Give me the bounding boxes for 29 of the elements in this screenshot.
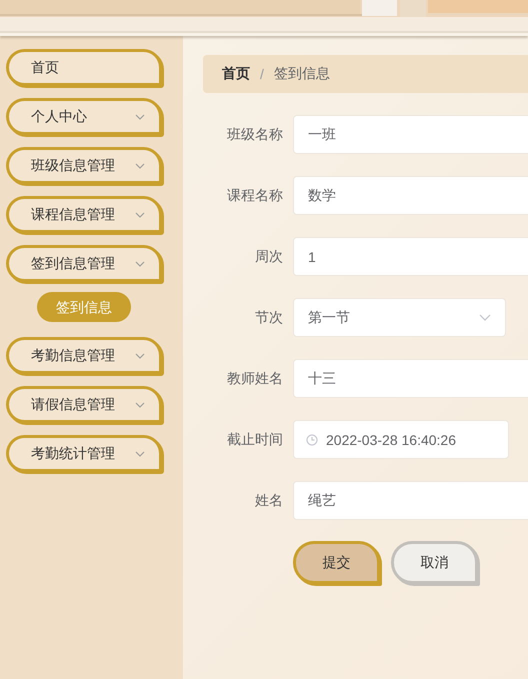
menu-item[interactable]: 请假信息管理	[6, 386, 162, 423]
submit-button[interactable]: 提交	[293, 541, 380, 584]
cancel-button[interactable]: 取消	[391, 541, 478, 584]
chevron-down-icon	[479, 314, 491, 321]
field-label: 截止时间	[226, 430, 284, 448]
breadcrumb-current: 签到信息	[274, 65, 330, 83]
menu-item[interactable]: 班级信息管理	[6, 147, 162, 184]
menu-item[interactable]: 签到信息管理	[6, 245, 162, 282]
breadcrumb-separator: /	[260, 66, 264, 82]
menu-item[interactable]: 考勤统计管理	[6, 435, 162, 472]
menu-item[interactable]: 考勤信息管理	[6, 337, 162, 374]
select-field[interactable]: 第一节	[293, 298, 506, 337]
input-field[interactable]: 一班	[293, 115, 528, 154]
menu-item[interactable]: 首页	[6, 49, 162, 86]
field-label: 班级名称	[226, 126, 284, 144]
input-field[interactable]: 绳艺	[293, 481, 528, 520]
menu-item[interactable]: 课程信息管理	[6, 196, 162, 233]
field-label: 周次	[254, 248, 284, 266]
field-label: 教师姓名	[226, 370, 284, 388]
input-field[interactable]: 十三	[293, 359, 528, 398]
menu-item[interactable]: 个人中心	[6, 98, 162, 135]
field-label: 节次	[254, 308, 284, 326]
field-label: 课程名称	[226, 186, 284, 204]
breadcrumb-link[interactable]: 首页	[222, 65, 250, 83]
field-label: 姓名	[254, 492, 284, 510]
input-field[interactable]: 数学	[293, 176, 528, 215]
clock-icon	[306, 434, 318, 446]
input-field[interactable]: 1	[293, 237, 528, 276]
datetime-field[interactable]: 2022-03-28 16:40:26	[293, 420, 509, 459]
